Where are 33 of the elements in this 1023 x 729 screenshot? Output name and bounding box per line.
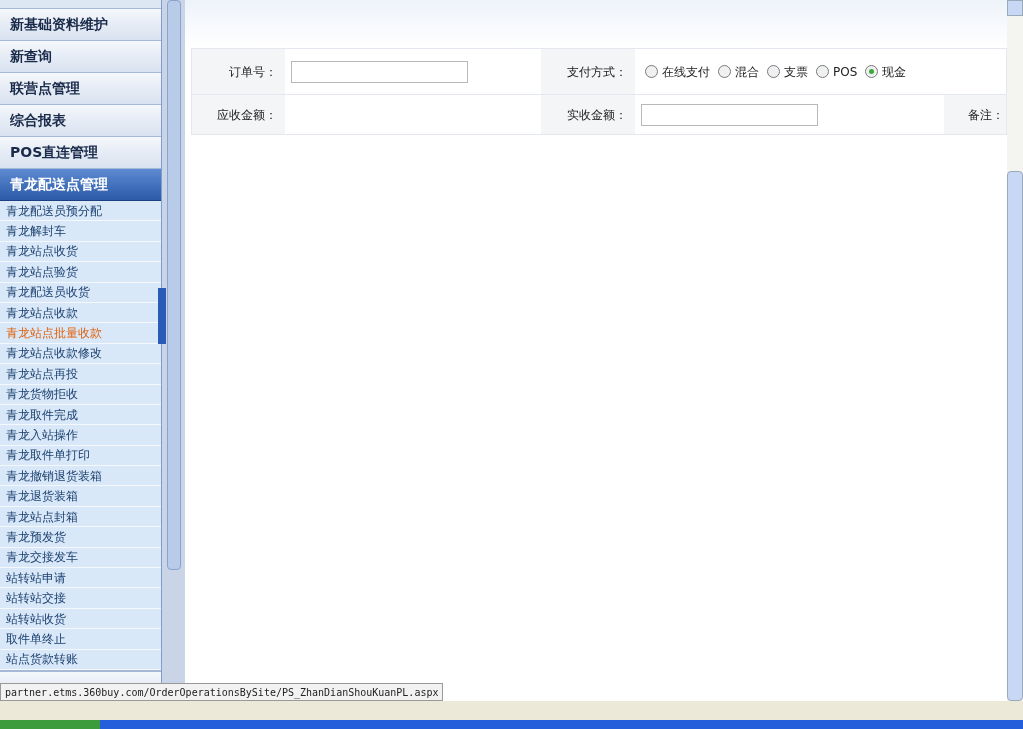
radio-button[interactable] [816,65,829,78]
radio-button[interactable] [718,65,731,78]
scrollbar[interactable] [166,0,181,570]
sidebar-section-header[interactable] [0,0,161,9]
sidebar-section-header[interactable]: 联营点管理 [0,73,161,105]
sidebar-item[interactable]: 青龙交接发车 [0,547,161,569]
sidebar-section-header[interactable]: 新基础资料维护 [0,9,161,41]
sidebar-section-header[interactable]: 综合报表 [0,105,161,137]
sidebar-section-header[interactable]: 青龙配送点管理 [0,169,161,201]
url-tooltip: partner.etms.360buy.com/OrderOperationsBySite/PS_ZhanDianShouKuanPL.aspx [0,683,444,701]
sidebar-section-header[interactable]: 新查询 [0,41,161,73]
radio-button[interactable] [767,65,780,78]
radio-label: 混合 [735,63,759,81]
sidebar-section-header[interactable]: POS直连管理 [0,137,161,169]
radio-button[interactable] [865,65,879,78]
radio-label: POS [833,63,858,81]
received-amount-input[interactable] [641,103,818,126]
sidebar-item[interactable]: 站转站交接 [0,588,161,609]
start-button[interactable] [0,720,100,729]
radio-label: 支票 [784,63,808,81]
collapse-handle[interactable] [158,288,166,344]
field-label: 备注： [968,106,1004,124]
scroll-up-icon[interactable] [1007,0,1023,16]
radio-button[interactable] [645,65,658,78]
scrollbar[interactable] [1007,0,1023,701]
field-label: 支付方式： [567,63,627,81]
field-label: 应收金额： [217,106,277,124]
field-label: 实收金额： [567,106,627,124]
radio-label: 在线支付 [662,63,710,81]
order-number-input[interactable] [291,60,468,83]
field-label: 订单号： [229,63,277,81]
radio-label: 现金 [882,63,907,81]
scrollbar-thumb[interactable] [1007,171,1023,701]
